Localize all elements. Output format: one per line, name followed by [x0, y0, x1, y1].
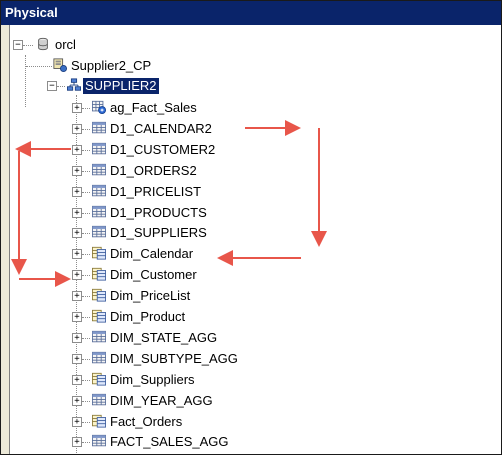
expand-toggle[interactable]: +	[72, 396, 82, 406]
tree-item-table[interactable]: D1_PRODUCTS	[108, 205, 209, 221]
physical-table-icon	[92, 121, 106, 134]
physical-pane: Physical − orcl Supplier2_CP − SUPPLIER2…	[0, 0, 502, 455]
expand-toggle[interactable]: +	[72, 270, 82, 280]
tree-connector	[82, 129, 90, 130]
tree-item-table[interactable]: D1_CUSTOMER2	[108, 142, 217, 158]
tree-item-table[interactable]: D1_CALENDAR2	[108, 121, 214, 137]
expand-toggle[interactable]: +	[72, 354, 82, 364]
physical-table-icon	[92, 225, 106, 238]
tree-connector	[82, 213, 90, 214]
tree-connector	[82, 254, 90, 255]
tree-item-table[interactable]: Fact_Orders	[108, 414, 184, 430]
tree-connector	[82, 192, 90, 193]
physical-table-icon	[92, 184, 106, 197]
physical-table-icon	[92, 205, 106, 218]
tree-item-table[interactable]: Dim_Suppliers	[108, 372, 197, 388]
schema-icon	[67, 78, 81, 91]
collapse-toggle[interactable]: −	[13, 40, 23, 50]
pane-titlebar: Physical	[1, 1, 501, 25]
aggregate-table-icon	[92, 100, 106, 114]
collapse-toggle[interactable]: −	[47, 81, 57, 91]
alias-table-icon	[92, 267, 106, 281]
alias-table-icon	[92, 372, 106, 386]
expand-toggle[interactable]: +	[72, 249, 82, 259]
alias-table-icon	[92, 414, 106, 428]
tree-connector	[82, 150, 90, 151]
tree-item-schema[interactable]: SUPPLIER2	[83, 78, 159, 94]
tree-connector	[26, 66, 52, 67]
tree-item-database[interactable]: orcl	[53, 37, 78, 53]
expand-toggle[interactable]: +	[72, 333, 82, 343]
tree-connector	[82, 275, 90, 276]
expand-toggle[interactable]: +	[72, 437, 82, 447]
tree-connector	[82, 359, 90, 360]
tree-connector	[82, 108, 90, 109]
expand-toggle[interactable]: +	[72, 208, 82, 218]
database-icon	[38, 37, 48, 51]
physical-table-icon	[92, 163, 106, 176]
tree-item-table[interactable]: D1_PRICELIST	[108, 184, 203, 200]
tree-item-table[interactable]: Dim_Customer	[108, 267, 199, 283]
expand-toggle[interactable]: +	[72, 312, 82, 322]
expand-toggle[interactable]: +	[72, 145, 82, 155]
tree-item-table[interactable]: ag_Fact_Sales	[108, 100, 199, 116]
tree-item-table[interactable]: DIM_YEAR_AGG	[108, 393, 215, 409]
tree-item-table[interactable]: D1_ORDERS2	[108, 163, 199, 179]
tree-item-table[interactable]: D1_SUPPLIERS	[108, 225, 209, 241]
tree-connector	[23, 45, 33, 46]
tree-connector	[82, 171, 90, 172]
pane-title: Physical	[5, 5, 58, 20]
tree-connector	[82, 380, 90, 381]
expand-toggle[interactable]: +	[72, 375, 82, 385]
tree-item-table[interactable]: DIM_SUBTYPE_AGG	[108, 351, 240, 367]
connection-pool-icon	[53, 58, 67, 72]
expand-toggle[interactable]: +	[72, 187, 82, 197]
tree-item-table[interactable]: Dim_Calendar	[108, 246, 195, 262]
expand-toggle[interactable]: +	[72, 291, 82, 301]
alias-table-icon	[92, 246, 106, 260]
tree-connector	[82, 442, 90, 443]
tree-connector	[82, 401, 90, 402]
physical-tree: − orcl Supplier2_CP − SUPPLIER2 + ag_Fac…	[9, 25, 501, 454]
expand-toggle[interactable]: +	[72, 166, 82, 176]
expand-toggle[interactable]: +	[72, 103, 82, 113]
physical-table-icon	[92, 351, 106, 364]
tree-connector	[82, 296, 90, 297]
tree-connector	[82, 317, 90, 318]
physical-table-icon	[92, 142, 106, 155]
tree-connector	[25, 55, 26, 107]
expand-toggle[interactable]: +	[72, 417, 82, 427]
tree-connector	[82, 233, 90, 234]
alias-table-icon	[92, 288, 106, 302]
tree-connector	[82, 422, 90, 423]
expand-toggle[interactable]: +	[72, 124, 82, 134]
expand-toggle[interactable]: +	[72, 228, 82, 238]
physical-table-icon	[92, 330, 106, 343]
physical-table-icon	[92, 393, 106, 406]
tree-connector	[57, 86, 65, 87]
tree-item-table[interactable]: FACT_SALES_AGG	[108, 434, 231, 450]
tree-item-table[interactable]: Dim_Product	[108, 309, 187, 325]
alias-table-icon	[92, 309, 106, 323]
tree-connector	[82, 338, 90, 339]
physical-table-icon	[92, 434, 106, 447]
tree-item-table[interactable]: DIM_STATE_AGG	[108, 330, 219, 346]
tree-item-table[interactable]: Dim_PriceList	[108, 288, 192, 304]
tree-item-connection-pool[interactable]: Supplier2_CP	[69, 58, 153, 74]
